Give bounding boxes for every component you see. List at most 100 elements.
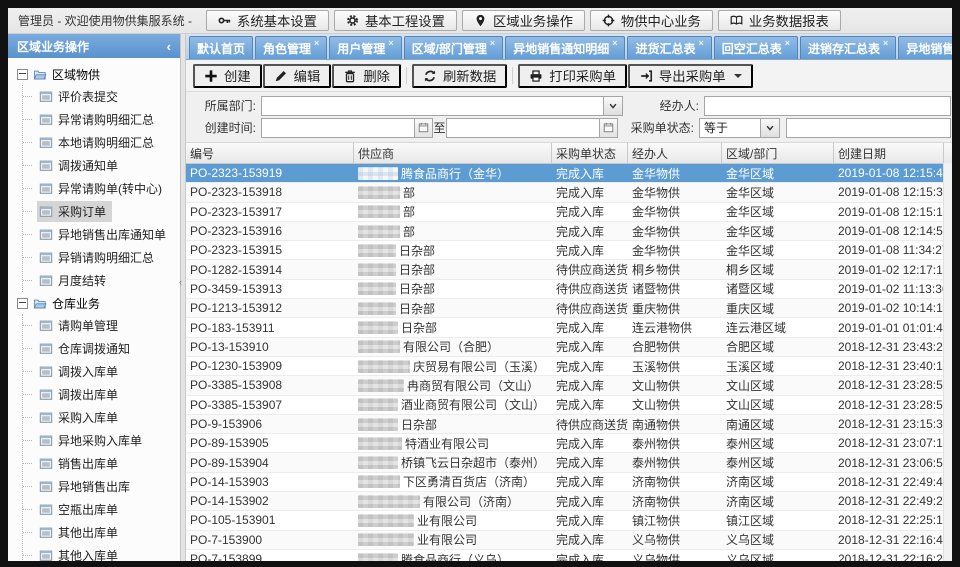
close-tab-icon[interactable]: × (314, 38, 319, 48)
order-row-17[interactable]: PO-14-153902有限公司（济南）完成入库济南物供济南区域2018-12-… (186, 492, 952, 511)
tab-2[interactable]: 用户管理× (329, 36, 401, 59)
collapse-node-icon[interactable] (17, 298, 28, 309)
column-header-2[interactable]: 采购单状态 (552, 143, 628, 163)
redacted-supplier-prefix (358, 340, 400, 353)
order-row-19[interactable]: PO-7-153900业有限公司完成入库义乌物供义乌区域2018-12-31 2… (186, 531, 952, 550)
tab-6[interactable]: 回空汇总表× (714, 36, 798, 59)
tab-4[interactable]: 异地销售通知明细× (505, 36, 625, 59)
tree-item-0-4[interactable]: 异常请购单(转中心) (23, 177, 180, 200)
tree-item-0-8[interactable]: 月度结转 (23, 269, 180, 292)
tree-item-1-6[interactable]: 销售出库单 (23, 452, 180, 475)
order-row-16[interactable]: PO-14-153903下区勇清百货店（济南）完成入库济南物供济南区域2018-… (186, 473, 952, 492)
order-row-3[interactable]: PO-2323-153916部完成入库金华物供金华区域2019-01-08 12… (186, 222, 952, 241)
tree-item-1-3[interactable]: 调拨出库单 (23, 383, 180, 406)
calendar-icon[interactable] (414, 119, 432, 137)
order-row-2[interactable]: PO-2323-153917部完成入库金华物供金华区域2019-01-08 12… (186, 203, 952, 222)
tree-item-1-1[interactable]: 仓库调拨通知 (23, 337, 180, 360)
order-row-9[interactable]: PO-13-153910有限公司（合肥）完成入库合肥物供合肥区域2018-12-… (186, 338, 952, 357)
agent-field[interactable] (704, 96, 951, 116)
order-row-8[interactable]: PO-183-153911日杂部完成入库连云港物供连云港区域2019-01-01… (186, 318, 952, 337)
agent-input[interactable] (705, 97, 950, 115)
department-select[interactable] (261, 96, 623, 116)
cell-region: 桐乡区域 (722, 260, 834, 278)
close-tab-icon[interactable]: × (883, 38, 888, 48)
date-to-input[interactable] (447, 119, 599, 137)
date-from-field[interactable] (261, 118, 433, 138)
close-tab-icon[interactable]: × (698, 38, 703, 48)
menu-button-label: 基本工程设置 (365, 11, 445, 30)
edit-button[interactable]: 编辑 (263, 64, 332, 88)
column-header-5[interactable]: 创建日期 (834, 143, 944, 163)
tree-group-1[interactable]: 仓库业务 (8, 292, 180, 314)
chevron-down-icon[interactable] (760, 119, 779, 137)
vertical-scrollbar[interactable] (943, 163, 952, 561)
tree-item-1-5[interactable]: 异地采购入库单 (23, 429, 180, 452)
tree-item-0-7[interactable]: 异销请购明细汇总 (23, 246, 180, 269)
tree-item-0-5-selected[interactable]: 采购订单 (23, 200, 180, 223)
order-row-6[interactable]: PO-3459-153913日杂部待供应商送货诸暨物供诸暨区域2019-01-0… (186, 280, 952, 299)
status-value-field[interactable] (786, 118, 951, 138)
tree-item-0-1[interactable]: 异常请购明细汇总 (23, 108, 180, 131)
tab-0[interactable]: 默认首页 (189, 36, 253, 59)
tree-item-1-8[interactable]: 空瓶出库单 (23, 498, 180, 521)
delete-button[interactable]: 删除 (332, 64, 401, 88)
order-row-0-selected[interactable]: PO-2323-153919腾食品商行（金华）完成入库金华物供金华区域2019-… (186, 164, 952, 183)
tree-item-1-7[interactable]: 异地销售出库 (23, 475, 180, 498)
tab-5[interactable]: 进货汇总表× (627, 36, 711, 59)
tree-item-0-0[interactable]: 评价表提交 (23, 85, 180, 108)
order-row-11[interactable]: PO-3385-153908冉商贸有限公司（文山）完成入库文山物供文山区域201… (186, 376, 952, 395)
column-header-3[interactable]: 经办人 (628, 143, 722, 163)
export-order-button[interactable]: 导出采购单 (628, 64, 753, 88)
date-to-field[interactable] (446, 118, 618, 138)
close-tab-icon[interactable]: × (388, 38, 393, 48)
tab-1[interactable]: 角色管理× (255, 36, 327, 59)
menu-button-system-settings[interactable]: 系统基本设置 (206, 10, 329, 31)
order-row-1[interactable]: PO-2323-153918部完成入库金华物供金华区域2019-01-08 12… (186, 183, 952, 202)
tree-item-1-0[interactable]: 请购单管理 (23, 314, 180, 337)
close-tab-icon[interactable]: × (612, 38, 617, 48)
department-input[interactable] (262, 97, 603, 115)
print-order-button[interactable]: 打印采购单 (518, 64, 627, 88)
order-row-18[interactable]: PO-105-153901业有限公司完成入库镇江物供镇江区域2018-12-31… (186, 511, 952, 530)
cell-status: 完成入库 (552, 473, 628, 491)
menu-button-supply-center[interactable]: 物供中心业务 (590, 10, 713, 31)
order-row-13[interactable]: PO-9-153906日杂部待供应商送货南通物供南通区域2018-12-31 2… (186, 415, 952, 434)
order-row-5[interactable]: PO-1282-153914日杂部待供应商送货桐乡物供桐乡区域2019-01-0… (186, 260, 952, 279)
status-operator-select[interactable]: 等于 (699, 118, 780, 138)
order-row-12[interactable]: PO-3385-153907酒业商贸有限公司（文山）完成入库文山物供文山区域20… (186, 396, 952, 415)
order-row-20[interactable]: PO-7-153899腾食品商行（义乌）完成入库义乌物供义乌区域2018-12-… (186, 550, 952, 561)
date-from-input[interactable] (262, 119, 414, 137)
tree-item-0-3[interactable]: 调拨通知单 (23, 154, 180, 177)
order-row-14[interactable]: PO-89-153905特酒业有限公司完成入库泰州物供泰州区域2018-12-3… (186, 434, 952, 453)
column-header-4[interactable]: 区域/部门 (722, 143, 834, 163)
cell-status: 完成入库 (552, 203, 628, 221)
tree-item-1-10[interactable]: 其他入库单 (23, 544, 180, 561)
create-button[interactable]: 创建 (193, 64, 262, 88)
tree-item-1-2[interactable]: 调拨入库单 (23, 360, 180, 383)
order-row-4[interactable]: PO-2323-153915日杂部完成入库金华物供金华区域2019-01-08 … (186, 241, 952, 260)
refresh-button[interactable]: 刷新数据 (412, 64, 507, 88)
order-row-15[interactable]: PO-89-153904桥镇飞云日杂超市（泰州）完成入库泰州物供泰州区域2018… (186, 453, 952, 472)
tab-7[interactable]: 进销存汇总表× (800, 36, 896, 59)
menu-button-regional-operations[interactable]: 区域业务操作 (462, 10, 585, 31)
order-row-10[interactable]: PO-1230-153909庆贸易有限公司（玉溪）完成入库玉溪物供玉溪区域201… (186, 357, 952, 376)
chevron-down-icon[interactable] (603, 97, 622, 115)
tab-8[interactable]: 异地销售调整明细× (898, 36, 952, 59)
collapse-node-icon[interactable] (17, 69, 28, 80)
tab-3[interactable]: 区域/部门管理× (404, 36, 504, 59)
column-header-1[interactable]: 供应商 (354, 143, 552, 163)
close-tab-icon[interactable]: × (490, 38, 495, 48)
tree-item-1-4[interactable]: 采购入库单 (23, 406, 180, 429)
column-header-0[interactable]: 编号 (186, 143, 354, 163)
tree-item-1-9[interactable]: 其他出库单 (23, 521, 180, 544)
tree-item-0-6[interactable]: 异地销售出库通知单 (23, 223, 180, 246)
calendar-icon[interactable] (599, 119, 617, 137)
tree-group-0[interactable]: 区域物供 (8, 63, 180, 85)
menu-button-data-reports[interactable]: 业务数据报表 (718, 10, 841, 31)
menu-button-engineering-settings[interactable]: 基本工程设置 (334, 10, 457, 31)
status-value-input[interactable] (787, 119, 950, 137)
order-row-7[interactable]: PO-1213-153912日杂部待供应商送货重庆物供重庆区域2019-01-0… (186, 299, 952, 318)
close-tab-icon[interactable]: × (785, 38, 790, 48)
collapse-sidebar-icon[interactable]: ‹ (167, 39, 171, 54)
tree-item-0-2[interactable]: 本地请购明细汇总 (23, 131, 180, 154)
